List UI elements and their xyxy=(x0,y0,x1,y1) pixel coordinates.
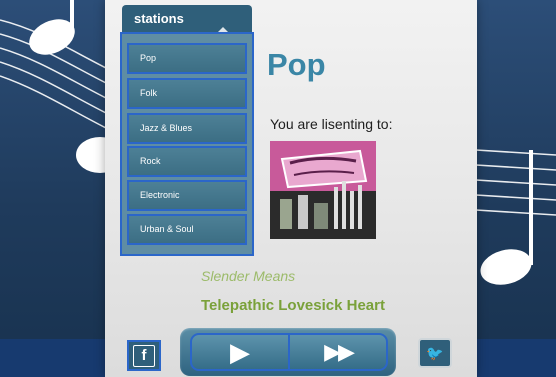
album-art-graphic xyxy=(270,141,376,239)
stations-title: stations xyxy=(134,11,184,26)
facebook-icon: f xyxy=(133,344,155,367)
stations-dropdown-header[interactable]: stations xyxy=(122,5,252,34)
station-list: Pop Folk Jazz & Blues Rock Electronic Ur… xyxy=(120,32,254,256)
artist-name: Slender Means xyxy=(201,268,296,284)
station-item-pop[interactable]: Pop xyxy=(127,43,247,74)
song-title: Telepathic Lovesick Heart xyxy=(201,297,385,314)
play-icon: ▶ xyxy=(230,336,250,367)
twitter-button[interactable]: 🐦 xyxy=(418,338,452,368)
fast-forward-icon: ▶▶ xyxy=(324,339,355,364)
station-item-folk[interactable]: Folk xyxy=(127,78,247,109)
station-item-rock[interactable]: Rock xyxy=(127,146,247,177)
station-item-electronic[interactable]: Electronic xyxy=(127,180,247,211)
listening-label: You are lisenting to: xyxy=(270,116,393,132)
station-item-jazz-blues[interactable]: Jazz & Blues xyxy=(127,113,247,144)
play-button[interactable]: ▶ xyxy=(190,333,290,371)
genre-title: Pop xyxy=(267,47,326,82)
album-art xyxy=(270,141,376,239)
twitter-icon: 🐦 xyxy=(426,344,444,361)
fast-forward-button[interactable]: ▶▶ xyxy=(288,333,388,371)
facebook-button[interactable]: f xyxy=(127,340,161,371)
station-item-urban-soul[interactable]: Urban & Soul xyxy=(127,214,247,245)
